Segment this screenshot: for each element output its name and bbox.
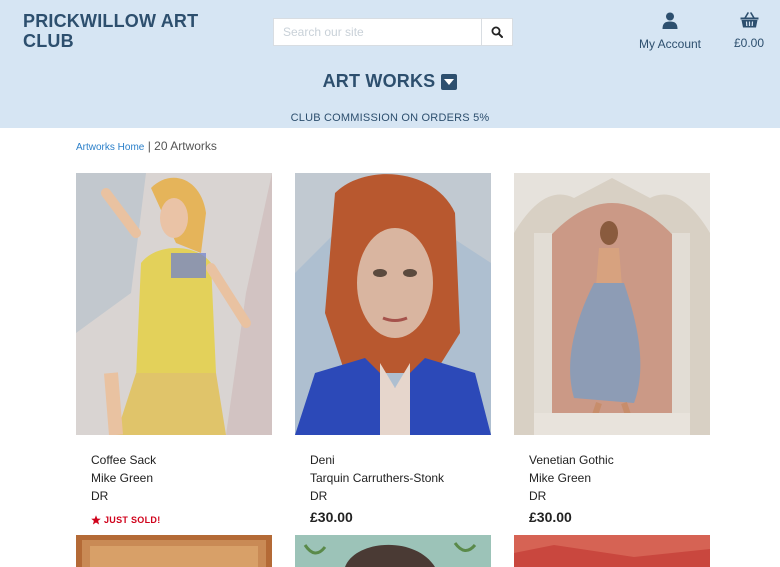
artworks-home-link[interactable]: Artworks Home: [76, 142, 144, 153]
sold-badge: JUST SOLD!: [91, 511, 272, 529]
site-header: PRICKWILLOW ART CLUB My Account £0.00: [0, 0, 780, 128]
user-icon: [662, 12, 678, 29]
star-icon: [91, 515, 101, 525]
artwork-image[interactable]: [295, 173, 491, 435]
art-works-menu: ART WORKS: [0, 71, 780, 92]
artwork-title[interactable]: Deni: [310, 451, 491, 469]
artwork-card[interactable]: Deni Tarquin Carruthers-Stonk DR £30.00: [295, 173, 491, 526]
caret-down-icon: [441, 73, 458, 90]
artwork-info: Venetian Gothic Mike Green DR £30.00: [514, 435, 710, 526]
search-bar: [273, 18, 513, 46]
basket-link[interactable]: £0.00: [728, 12, 770, 50]
art-works-title: ART WORKS: [322, 71, 436, 91]
search-button[interactable]: [482, 18, 513, 46]
commission-notice: CLUB COMMISSION ON ORDERS 5%: [290, 112, 490, 124]
artwork-image[interactable]: [76, 535, 272, 567]
artwork-image[interactable]: [514, 535, 710, 567]
artwork-code: DR: [91, 489, 109, 503]
artwork-image[interactable]: [514, 173, 710, 435]
artwork-count: 20 Artworks: [154, 139, 217, 153]
artwork-card[interactable]: Coffee Sack Mike Green DR JUST SOLD!: [76, 173, 272, 529]
artwork-image[interactable]: [76, 173, 272, 435]
breadcrumb-separator: |: [147, 139, 151, 153]
artwork-info: Deni Tarquin Carruthers-Stonk DR £30.00: [295, 435, 491, 526]
basket-icon: [740, 12, 758, 28]
artwork-artist: Mike Green: [529, 471, 592, 485]
my-account-link[interactable]: My Account: [633, 12, 707, 51]
artwork-price: £30.00: [310, 509, 353, 525]
artwork-info: Coffee Sack Mike Green DR JUST SOLD!: [76, 435, 272, 529]
site-logo[interactable]: PRICKWILLOW ART CLUB: [23, 11, 223, 51]
brand-line-2: CLUB: [23, 31, 74, 51]
brand-line-1: PRICKWILLOW ART: [23, 11, 199, 31]
search-input[interactable]: [273, 18, 482, 46]
search-icon: [491, 26, 503, 38]
artwork-card[interactable]: Venetian Gothic Mike Green DR £30.00: [514, 173, 710, 526]
art-works-dropdown[interactable]: ART WORKS: [323, 71, 458, 92]
artwork-title[interactable]: Coffee Sack: [91, 451, 272, 469]
artwork-image[interactable]: [295, 535, 491, 567]
basket-total: £0.00: [733, 36, 765, 50]
artwork-code: DR: [529, 489, 547, 503]
sold-label: JUST SOLD!: [104, 515, 161, 525]
artwork-price: £30.00: [529, 509, 572, 525]
artwork-artist: Mike Green: [91, 471, 154, 485]
artwork-code: DR: [310, 489, 328, 503]
artwork-title[interactable]: Venetian Gothic: [529, 451, 710, 469]
breadcrumb: Artworks Home | 20 Artworks: [76, 139, 217, 153]
account-label: My Account: [638, 37, 702, 51]
artwork-artist: Tarquin Carruthers-Stonk: [310, 471, 445, 485]
